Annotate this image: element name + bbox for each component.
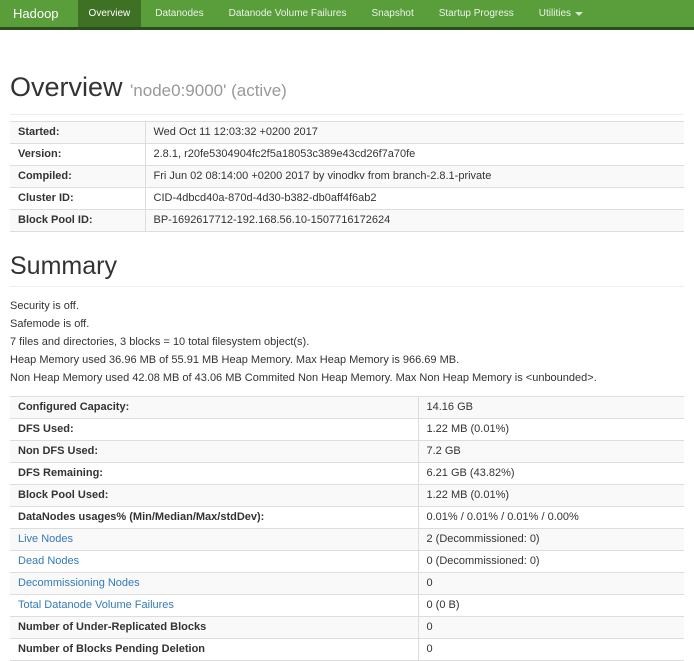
row-value: 1.22 MB (0.01%) [418, 485, 684, 507]
row-value: 14.16 GB [418, 397, 684, 419]
row-label: Block Pool ID: [10, 210, 145, 232]
row-label-link-cell: Dead Nodes [10, 551, 418, 573]
nav-label: Datanodes [155, 8, 203, 19]
nav-link-overview[interactable]: Overview [78, 0, 142, 27]
row-value: 0 [418, 639, 684, 661]
row-label: DataNodes usages% (Min/Median/Max/stdDev… [10, 507, 418, 529]
summary-table-row: DFS Remaining:6.21 GB (43.82%) [10, 463, 684, 485]
row-label: Number of Under-Replicated Blocks [10, 617, 418, 639]
nav-label: Startup Progress [439, 8, 514, 19]
row-label-link-cell: Decommissioning Nodes [10, 573, 418, 595]
summary-paragraph: Heap Memory used 36.96 MB of 55.91 MB He… [10, 355, 684, 366]
summary-table-row: DataNodes usages% (Min/Median/Max/stdDev… [10, 507, 684, 529]
nav-item-datanodes: Datanodes [144, 0, 214, 27]
nav-label: Datanode Volume Failures [229, 8, 347, 19]
row-value: 0 (0 B) [418, 595, 684, 617]
nav-label: Snapshot [371, 8, 413, 19]
summary-table: Configured Capacity:14.16 GBDFS Used:1.2… [10, 396, 684, 661]
summary-table-row: DFS Used:1.22 MB (0.01%) [10, 419, 684, 441]
row-value: 2.8.1, r20fe5304904fc2f5a18053c389e43cd2… [145, 144, 684, 166]
summary-table-row: Decommissioning Nodes 0 [10, 573, 684, 595]
row-value: 0 [418, 617, 684, 639]
summary-table-row: Total Datanode Volume Failures 0 (0 B) [10, 595, 684, 617]
nav-item-utilities: Utilities [528, 0, 594, 27]
row-label: Configured Capacity: [10, 397, 418, 419]
row-value: 0 [418, 573, 684, 595]
row-label: Cluster ID: [10, 188, 145, 210]
row-value: CID-4dbcd40a-870d-4d30-b382-db0aff4f6ab2 [145, 188, 684, 210]
row-label-link-cell: Live Nodes [10, 529, 418, 551]
overview-table-row: Version:2.8.1, r20fe5304904fc2f5a18053c3… [10, 144, 684, 166]
row-value: 1.22 MB (0.01%) [418, 419, 684, 441]
row-label: Block Pool Used: [10, 485, 418, 507]
row-label: Non DFS Used: [10, 441, 418, 463]
summary-table-link-decommissioning-nodes[interactable]: Decommissioning Nodes [18, 577, 140, 589]
summary-table-link-total-datanode-volume-failures[interactable]: Total Datanode Volume Failures [18, 599, 174, 611]
navbar: Hadoop Overview Datanodes Datanode Volume … [0, 0, 694, 30]
summary-table-row: Block Pool Used:1.22 MB (0.01%) [10, 485, 684, 507]
nav-link-datanodes[interactable]: Datanodes [144, 0, 214, 27]
main-content: Overview 'node0:9000' (active) Started:W… [0, 72, 694, 661]
nav-item-overview: Overview [78, 0, 142, 27]
nav-link-datanode-volume-failures[interactable]: Datanode Volume Failures [218, 0, 358, 27]
nav-link-startup-progress[interactable]: Startup Progress [428, 0, 525, 27]
divider [10, 286, 684, 287]
row-label-link-cell: Total Datanode Volume Failures [10, 595, 418, 617]
navbar-brand[interactable]: Hadoop [0, 0, 72, 27]
nav-item-datanode-volume-failures: Datanode Volume Failures [218, 0, 358, 27]
summary-paragraph: 7 files and directories, 3 blocks = 10 t… [10, 337, 684, 348]
namenode-address-state: 'node0:9000' (active) [130, 81, 287, 100]
row-value: 0 (Decommissioned: 0) [418, 551, 684, 573]
summary-table-row: Number of Under-Replicated Blocks0 [10, 617, 684, 639]
nav-item-snapshot: Snapshot [360, 0, 424, 27]
row-label: Started: [10, 122, 145, 144]
overview-table-row: Block Pool ID:BP-1692617712-192.168.56.1… [10, 210, 684, 232]
overview-title: Overview [10, 72, 123, 102]
row-label: Version: [10, 144, 145, 166]
summary-table-row: Live Nodes 2 (Decommissioned: 0) [10, 529, 684, 551]
summary-text: Security is off. Safemode is off. 7 files … [10, 301, 684, 384]
nav-label: Utilities [539, 8, 571, 19]
row-label: Number of Blocks Pending Deletion [10, 639, 418, 661]
nav-label: Overview [89, 8, 131, 19]
overview-table-row: Cluster ID:CID-4dbcd40a-870d-4d30-b382-d… [10, 188, 684, 210]
nav-link-snapshot[interactable]: Snapshot [360, 0, 424, 27]
row-label: DFS Used: [10, 419, 418, 441]
summary-paragraph: Safemode is off. [10, 319, 684, 330]
row-value: 0.01% / 0.01% / 0.01% / 0.00% [418, 507, 684, 529]
nav-item-startup-progress: Startup Progress [428, 0, 525, 27]
row-value: 7.2 GB [418, 441, 684, 463]
row-value: BP-1692617712-192.168.56.10-150771617262… [145, 210, 684, 232]
row-value: 2 (Decommissioned: 0) [418, 529, 684, 551]
overview-table-row: Compiled:Fri Jun 02 08:14:00 +0200 2017 … [10, 166, 684, 188]
caret-down-icon [575, 12, 583, 16]
overview-table: Started:Wed Oct 11 12:03:32 +0200 2017Ve… [10, 121, 684, 232]
page-title: Overview 'node0:9000' (active) [10, 72, 684, 106]
row-value: Wed Oct 11 12:03:32 +0200 2017 [145, 122, 684, 144]
summary-table-row: Number of Blocks Pending Deletion0 [10, 639, 684, 661]
row-value: 6.21 GB (43.82%) [418, 463, 684, 485]
summary-table-link-live-nodes[interactable]: Live Nodes [18, 533, 73, 545]
nav-link-utilities[interactable]: Utilities [528, 0, 594, 27]
summary-title: Summary [10, 252, 684, 280]
summary-paragraph: Security is off. [10, 301, 684, 312]
summary-table-row: Non DFS Used:7.2 GB [10, 441, 684, 463]
row-value: Fri Jun 02 08:14:00 +0200 2017 by vinodk… [145, 166, 684, 188]
row-label: Compiled: [10, 166, 145, 188]
overview-table-row: Started:Wed Oct 11 12:03:32 +0200 2017 [10, 122, 684, 144]
summary-table-row: Configured Capacity:14.16 GB [10, 397, 684, 419]
divider [10, 114, 684, 115]
navbar-menu: Overview Datanodes Datanode Volume Failure… [78, 0, 597, 27]
row-label: DFS Remaining: [10, 463, 418, 485]
summary-table-row: Dead Nodes 0 (Decommissioned: 0) [10, 551, 684, 573]
summary-table-link-dead-nodes[interactable]: Dead Nodes [18, 555, 79, 567]
summary-paragraph: Non Heap Memory used 42.08 MB of 43.06 M… [10, 373, 684, 384]
